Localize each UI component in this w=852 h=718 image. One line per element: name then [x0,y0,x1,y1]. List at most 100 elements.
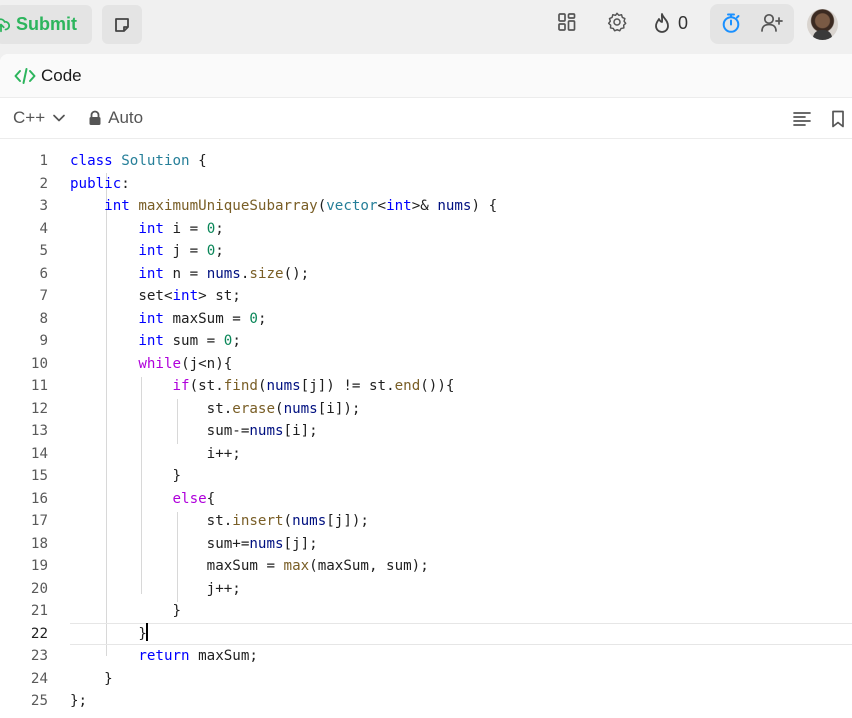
note-icon [115,17,129,32]
flame-icon [655,13,669,33]
line-number: 12 [30,400,48,417]
text-cursor [145,622,148,641]
stopwatch-icon [722,13,740,33]
line-number: 24 [30,670,48,687]
line-number: 14 [30,445,48,462]
code-line[interactable]: 2 public: [0,173,852,196]
code-text: int sum = 0; [138,333,241,349]
code-text: sum+=nums[j]; [70,535,318,552]
code-text: j++; [70,580,241,597]
code-text: class Solution { [70,153,207,169]
streak-counter[interactable]: 0 [652,10,688,36]
code-line[interactable]: 19 maxSum = max(maxSum, sum); [0,555,852,578]
note-button[interactable] [102,5,142,44]
line-number: 3 [39,198,48,214]
code-text: else{ [172,490,216,507]
code-line[interactable]: 22 } [0,622,852,646]
timer-button[interactable] [719,11,743,35]
submit-button[interactable]: Submit [0,5,92,44]
language-label: C++ [13,108,46,127]
code-line[interactable]: 11 if(st.find(nums[j]) != st.end()){ [0,375,852,398]
line-number: 2 [39,175,48,192]
chevron-down-icon [53,114,65,122]
code-editor[interactable]: 1 class Solution { 2 public: 3 int maximumUn… [0,139,852,713]
code-panel: Code C++ Auto 1 class Solution {2 publi… [0,54,852,718]
line-number: 16 [30,490,48,507]
code-line[interactable]: 17 st.insert(nums[j]); [0,510,852,533]
code-text: } [70,603,182,619]
code-text: public: [70,175,130,192]
code-line[interactable]: 14 i++; [0,443,852,466]
line-number: 8 [39,310,48,327]
code-line[interactable]: 3 int maximumUniqueSubarray(vector<int>&… [0,195,852,218]
code-line[interactable]: 20 j++; [0,578,852,601]
layout-button[interactable] [555,10,579,34]
code-line[interactable]: 1 class Solution { [0,150,852,173]
format-button[interactable] [791,108,813,130]
code-text: int j = 0; [138,243,224,259]
streak-count: 0 [678,12,689,33]
code-line[interactable]: 15 } [0,465,852,488]
code-line[interactable]: 5 int j = 0; [0,240,852,263]
line-number: 21 [30,603,48,619]
line-number: 18 [30,535,48,552]
auto-mode-toggle[interactable]: Auto [88,108,143,128]
code-line[interactable]: 24 } [0,668,852,691]
code-line[interactable]: 9 int sum = 0; [0,330,852,353]
code-text: st.erase(nums[i]); [70,400,361,417]
line-number: 25 [30,693,48,709]
panel-header: Code [0,54,852,98]
code-line[interactable]: 12 st.erase(nums[i]); [0,398,852,421]
code-text: } [70,622,148,646]
code-line[interactable]: 23 return maxSum; [0,645,852,668]
code-text: } [70,670,113,687]
language-select[interactable]: C++ [13,108,66,128]
code-line[interactable]: 13 sum-=nums[i]; [0,420,852,443]
code-text: i++; [70,445,241,462]
code-line[interactable]: 16 else{ [0,488,852,511]
invite-button[interactable] [760,11,784,35]
panel-title: Code [41,65,82,85]
code-text: if(st.find(nums[j]) != st.end()){ [172,378,455,394]
code-line[interactable]: 7 set<int> st; [0,285,852,308]
code-text: } [70,468,182,484]
code-text: st.insert(nums[j]); [70,513,369,529]
code-line[interactable]: 4 int i = 0; [0,218,852,241]
line-number: 13 [30,423,48,439]
code-text: maxSum = max(maxSum, sum); [70,558,429,574]
code-line[interactable]: 25}; [0,690,852,713]
avatar[interactable] [807,9,838,40]
line-number: 15 [30,468,48,484]
code-text: }; [70,693,88,709]
code-text: int maxSum = 0; [138,310,267,327]
code-text: return maxSum; [138,648,258,664]
layout-icon [558,13,576,31]
lock-icon [89,110,101,125]
submit-label: Submit [16,14,77,34]
code-text: while(j<n){ [138,355,233,372]
line-number: 6 [39,265,48,282]
code-line[interactable]: 6 int n = nums.size(); [0,263,852,286]
add-user-icon [761,13,783,32]
line-number: 11 [30,378,48,394]
code-text: sum-=nums[i]; [70,423,318,439]
line-number: 7 [39,288,48,304]
bookmark-button[interactable] [827,108,849,130]
code-text: int i = 0; [138,220,224,237]
line-number: 1 [39,153,48,169]
code-line[interactable]: 8 int maxSum = 0; [0,308,852,331]
code-text: int n = nums.size(); [138,265,310,282]
settings-button[interactable] [605,10,629,34]
line-number: 19 [30,558,48,574]
cloud-upload-icon [0,17,10,32]
line-number: 22 [30,625,48,642]
code-line[interactable]: 18 sum+=nums[j]; [0,533,852,556]
code-line[interactable]: 21 } [0,600,852,623]
gear-icon [607,12,627,32]
code-text: set<int> st; [70,288,241,304]
code-text: int maximumUniqueSubarray(vector<int>& n… [104,198,498,214]
code-icon [14,67,36,84]
line-number: 9 [39,333,48,349]
code-line[interactable]: 10 while(j<n){ [0,353,852,376]
top-bar: Submit 0 [0,0,852,54]
